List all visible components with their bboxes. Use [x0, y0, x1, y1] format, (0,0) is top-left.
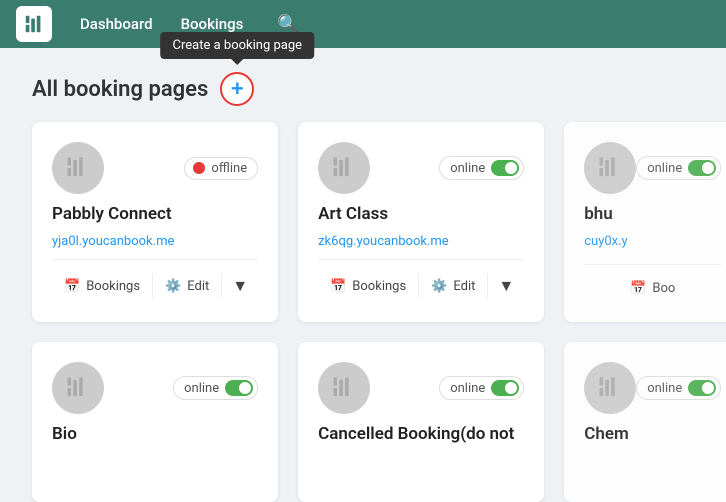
card-name-cancelled: Cancelled Booking(do not	[318, 424, 524, 444]
online-toggle-bio[interactable]	[225, 380, 253, 396]
card-name-pabbly: Pabbly Connect	[52, 204, 258, 224]
card-avatar	[52, 142, 104, 194]
card-name-bio: Bio	[52, 424, 258, 444]
calendar-icon-bhu: 📅	[630, 281, 646, 296]
status-label-offline: offline	[211, 161, 247, 176]
page-title: All booking pages	[32, 77, 208, 102]
offline-dot	[193, 162, 205, 174]
card-bio: online Bio	[32, 342, 278, 502]
bookings-label-bhu: Boo	[652, 281, 675, 296]
card-avatar-chem	[584, 362, 636, 414]
card-chem: online Chem	[564, 342, 726, 502]
card-top-chem: online	[584, 362, 721, 414]
online-toggle-art[interactable]	[491, 160, 519, 176]
bookings-btn-pabbly[interactable]: 📅 Bookings	[52, 273, 152, 300]
create-booking-tooltip: Create a booking page	[161, 32, 315, 59]
card-avatar-art	[318, 142, 370, 194]
online-toggle-chem[interactable]	[688, 380, 716, 396]
online-toggle-cancelled[interactable]	[491, 380, 519, 396]
status-label-online-bhu: online	[647, 161, 682, 176]
card-url-bhu[interactable]: cuy0x.y	[584, 234, 721, 249]
status-label-online-chem: online	[647, 381, 682, 396]
bookings-label-art: Bookings	[352, 279, 406, 294]
edit-btn-pabbly[interactable]: ⚙️ Edit	[153, 273, 221, 300]
edit-label-art: Edit	[453, 279, 475, 294]
card-top-art: online	[318, 142, 524, 194]
status-label-online-bio: online	[184, 381, 219, 396]
gear-icon-pabbly: ⚙️	[165, 279, 181, 294]
status-badge-online-bio: online	[173, 376, 258, 400]
nav-logo[interactable]	[16, 6, 52, 42]
card-name-bhu: bhu	[584, 204, 721, 224]
card-actions-pabbly: 📅 Bookings ⚙️ Edit ▼	[52, 259, 258, 302]
card-top: offline	[52, 142, 258, 194]
status-label-online-art: online	[450, 161, 485, 176]
card-actions-art: 📅 Bookings ⚙️ Edit ▼	[318, 259, 524, 302]
card-avatar-bhu	[584, 142, 636, 194]
card-avatar-bio	[52, 362, 104, 414]
card-cancelled: online Cancelled Booking(do not	[298, 342, 544, 502]
online-toggle-bhu[interactable]	[688, 160, 716, 176]
chevron-btn-pabbly[interactable]: ▼	[222, 270, 258, 302]
edit-btn-art[interactable]: ⚙️ Edit	[419, 273, 487, 300]
status-label-online-cancelled: online	[450, 381, 485, 396]
calendar-icon-art: 📅	[330, 279, 346, 294]
bookings-label-pabbly: Bookings	[86, 279, 140, 294]
page-header: All booking pages Create a booking page …	[0, 48, 726, 122]
card-avatar-cancelled	[318, 362, 370, 414]
cards-grid: offline Pabbly Connect yja0l.youcanbook.…	[0, 122, 726, 502]
card-name-chem: Chem	[584, 424, 721, 444]
card-url-pabbly[interactable]: yja0l.youcanbook.me	[52, 234, 258, 249]
chevron-btn-art[interactable]: ▼	[488, 270, 524, 302]
card-art-class: online Art Class zk6qg.youcanbook.me 📅 B…	[298, 122, 544, 322]
status-badge-online-chem: online	[636, 376, 721, 400]
card-top-bhu: online	[584, 142, 721, 194]
status-badge-online-art: online	[439, 156, 524, 180]
calendar-icon-pabbly: 📅	[64, 279, 80, 294]
card-top-cancelled: online	[318, 362, 524, 414]
bookings-btn-bhu[interactable]: 📅 Boo	[584, 275, 721, 302]
card-bhu: online bhu cuy0x.y 📅 Boo	[564, 122, 726, 322]
status-badge-offline: offline	[184, 157, 258, 180]
status-badge-online-cancelled: online	[439, 376, 524, 400]
create-booking-button[interactable]: +	[220, 72, 254, 106]
gear-icon-art: ⚙️	[431, 279, 447, 294]
card-top-bio: online	[52, 362, 258, 414]
card-name-art: Art Class	[318, 204, 524, 224]
card-url-art[interactable]: zk6qg.youcanbook.me	[318, 234, 524, 249]
add-btn-wrapper: Create a booking page +	[220, 72, 254, 106]
card-actions-bhu: 📅 Boo	[584, 264, 721, 302]
bookings-btn-art[interactable]: 📅 Bookings	[318, 273, 418, 300]
nav-dashboard[interactable]: Dashboard	[68, 9, 165, 39]
navbar: Dashboard Bookings 🔍	[0, 0, 726, 48]
card-pabbly-connect: offline Pabbly Connect yja0l.youcanbook.…	[32, 122, 278, 322]
status-badge-online-bhu: online	[636, 156, 721, 180]
edit-label-pabbly: Edit	[187, 279, 209, 294]
